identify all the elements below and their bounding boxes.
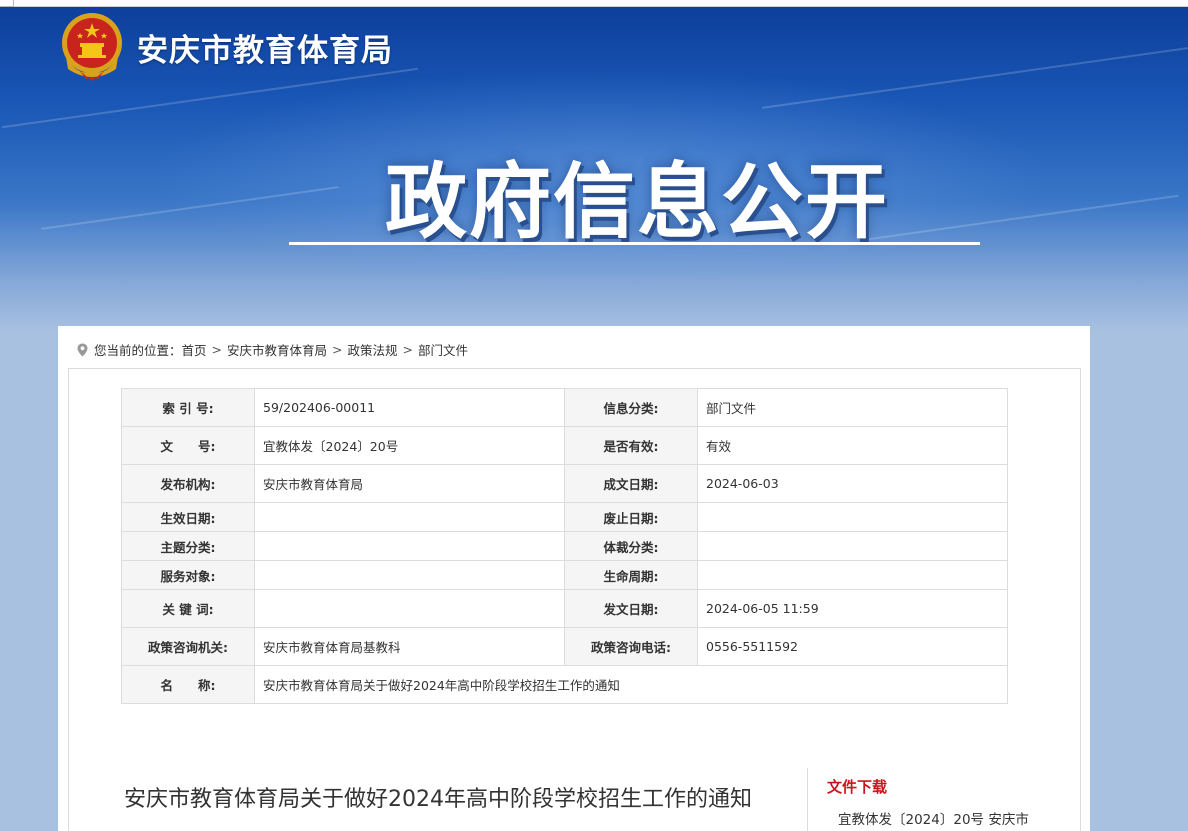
download-link[interactable]: 宜教体发〔2024〕20号 安庆市	[838, 808, 1058, 828]
breadcrumb-separator: >	[402, 342, 414, 357]
national-emblem-icon	[62, 13, 122, 81]
meta-value: 0556-5511592	[697, 627, 1008, 666]
metadata-table: 索 引 号: 59/202406-00011 信息分类: 部门文件 文 号: 宜…	[121, 388, 1008, 704]
site-name[interactable]: 安庆市教育体育局	[137, 25, 393, 70]
meta-key: 体裁分类:	[564, 531, 698, 561]
meta-key: 索 引 号:	[121, 388, 255, 427]
table-row: 服务对象: 生命周期:	[121, 560, 1008, 590]
breadcrumb-prefix: 您当前的位置：	[94, 343, 182, 358]
meta-key: 是否有效:	[564, 426, 698, 465]
hero-underline	[289, 242, 980, 245]
window-corner	[0, 0, 14, 7]
table-row: 文 号: 宜教体发〔2024〕20号 是否有效: 有效	[121, 426, 1008, 465]
meta-value	[254, 589, 565, 628]
meta-value: 59/202406-00011	[254, 388, 565, 427]
table-row: 名 称: 安庆市教育体育局关于做好2024年高中阶段学校招生工作的通知	[121, 665, 1008, 704]
meta-value	[697, 560, 1008, 590]
table-row: 索 引 号: 59/202406-00011 信息分类: 部门文件	[121, 388, 1008, 427]
meta-value: 2024-06-03	[697, 464, 1008, 503]
meta-value	[254, 531, 565, 561]
breadcrumb-policy[interactable]: 政策法规	[348, 340, 398, 359]
meta-key: 政策咨询机关:	[121, 627, 255, 666]
table-row: 关 键 词: 发文日期: 2024-06-05 11:59	[121, 589, 1008, 628]
meta-key: 生命周期:	[564, 560, 698, 590]
meta-key: 生效日期:	[121, 502, 255, 532]
breadcrumb-bureau[interactable]: 安庆市教育体育局	[227, 340, 327, 359]
table-row: 主题分类: 体裁分类:	[121, 531, 1008, 561]
table-row: 生效日期: 废止日期:	[121, 502, 1008, 532]
document-title: 安庆市教育体育局关于做好2024年高中阶段学校招生工作的通知	[124, 787, 752, 812]
breadcrumb-home[interactable]: 首页	[182, 340, 207, 359]
content-panel: 您当前的位置： 首页 > 安庆市教育体育局 > 政策法规 > 部门文件 索 引 …	[58, 326, 1090, 831]
meta-value: 部门文件	[697, 388, 1008, 427]
meta-value	[254, 502, 565, 532]
meta-value: 安庆市教育体育局基教科	[254, 627, 565, 666]
window-top-strip	[0, 0, 1188, 7]
meta-value	[697, 531, 1008, 561]
hero-title: 政府信息公开	[385, 155, 890, 250]
meta-key: 服务对象:	[121, 560, 255, 590]
meta-value: 2024-06-05 11:59	[697, 589, 1008, 628]
meta-key: 名 称:	[121, 665, 255, 704]
meta-value: 有效	[697, 426, 1008, 465]
breadcrumb-separator: >	[211, 342, 223, 357]
meta-key: 政策咨询电话:	[564, 627, 698, 666]
location-pin-icon	[77, 343, 88, 356]
divider	[807, 768, 808, 831]
meta-key: 关 键 词:	[121, 589, 255, 628]
meta-value: 安庆市教育体育局	[254, 464, 565, 503]
header-banner: 安庆市教育体育局 政府信息公开	[0, 7, 1188, 332]
meta-key: 发布机构:	[121, 464, 255, 503]
meta-value: 宜教体发〔2024〕20号	[254, 426, 565, 465]
meta-value	[254, 560, 565, 590]
meta-key: 文 号:	[121, 426, 255, 465]
table-row: 发布机构: 安庆市教育体育局 成文日期: 2024-06-03	[121, 464, 1008, 503]
meta-key: 发文日期:	[564, 589, 698, 628]
meta-value: 安庆市教育体育局关于做好2024年高中阶段学校招生工作的通知	[254, 665, 1008, 704]
meta-value	[697, 502, 1008, 532]
download-heading: 文件下载	[827, 778, 888, 796]
breadcrumb: 您当前的位置： 首页 > 安庆市教育体育局 > 政策法规 > 部门文件	[77, 340, 468, 359]
meta-key: 信息分类:	[564, 388, 698, 427]
breadcrumb-dept-docs[interactable]: 部门文件	[418, 340, 468, 359]
meta-key: 废止日期:	[564, 502, 698, 532]
breadcrumb-separator: >	[332, 342, 343, 357]
meta-key: 成文日期:	[564, 464, 698, 503]
meta-key: 主题分类:	[121, 531, 255, 561]
table-row: 政策咨询机关: 安庆市教育体育局基教科 政策咨询电话: 0556-5511592	[121, 627, 1008, 666]
